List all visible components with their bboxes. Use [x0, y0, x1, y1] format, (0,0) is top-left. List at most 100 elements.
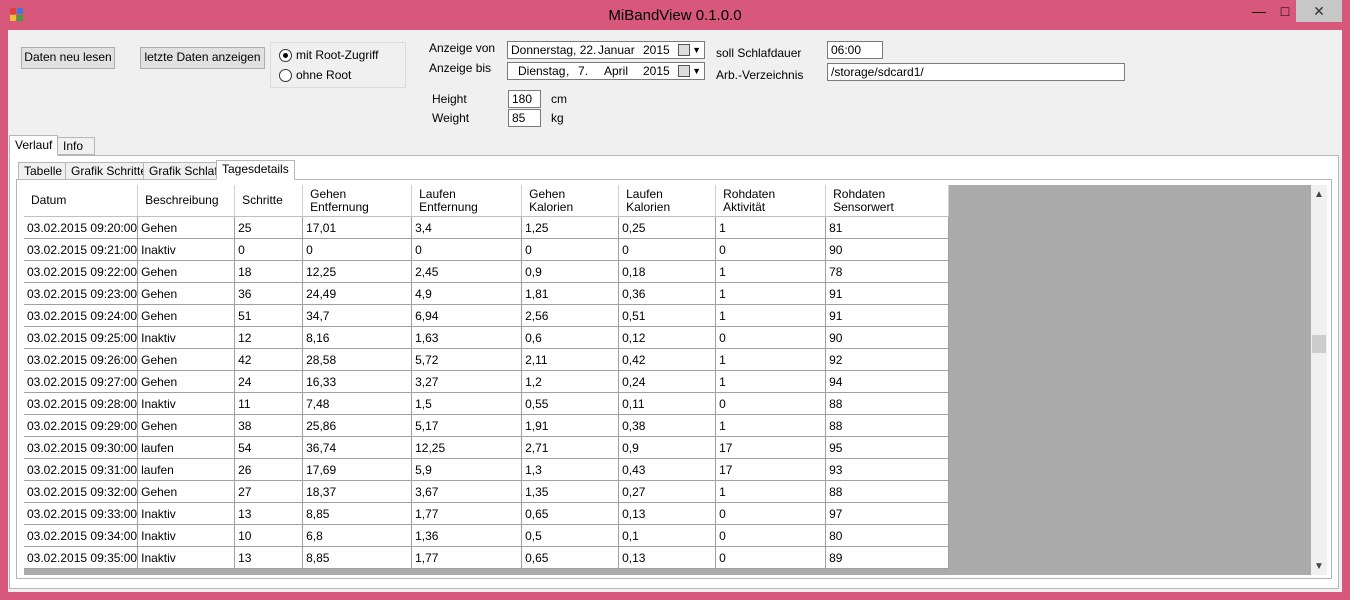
- table-cell[interactable]: 03.02.2015 09:26:00: [24, 348, 139, 371]
- table-cell[interactable]: 28,58: [302, 348, 413, 371]
- column-header[interactable]: Rohdaten Aktivität: [715, 185, 827, 217]
- column-header[interactable]: Beschreibung: [137, 185, 236, 217]
- table-row[interactable]: 03.02.2015 09:23:00 Gehen 36 24,49 4,9 1,81 0,…: [24, 282, 950, 305]
- table-row[interactable]: 03.02.2015 09:22:00 Gehen 18 12,25 2,45 0,9 0,…: [24, 260, 950, 283]
- table-cell[interactable]: 0: [715, 546, 827, 569]
- table-cell[interactable]: 24,49: [302, 282, 413, 305]
- table-cell[interactable]: Inaktiv: [137, 238, 236, 261]
- table-cell[interactable]: Gehen: [137, 282, 236, 305]
- chevron-down-icon[interactable]: ▼: [692, 63, 701, 79]
- reload-data-button[interactable]: Daten neu lesen: [21, 47, 115, 69]
- table-cell[interactable]: 1: [715, 370, 827, 393]
- table-cell[interactable]: 03.02.2015 09:23:00: [24, 282, 139, 305]
- table-cell[interactable]: 25: [234, 216, 304, 239]
- table-cell[interactable]: 1,35: [521, 480, 620, 503]
- table-cell[interactable]: 03.02.2015 09:21:00: [24, 238, 139, 261]
- table-cell[interactable]: 90: [825, 326, 950, 349]
- table-cell[interactable]: 0: [618, 238, 717, 261]
- table-cell[interactable]: 2,71: [521, 436, 620, 459]
- close-button[interactable]: ✕: [1296, 0, 1342, 22]
- tab-verlauf[interactable]: Verlauf: [9, 135, 59, 156]
- table-cell[interactable]: 11: [234, 392, 304, 415]
- table-cell[interactable]: 03.02.2015 09:27:00: [24, 370, 139, 393]
- table-cell[interactable]: 34,7: [302, 304, 413, 327]
- table-cell[interactable]: 93: [825, 458, 950, 481]
- column-header[interactable]: Gehen Kalorien: [521, 185, 620, 217]
- table-cell[interactable]: 17: [715, 436, 827, 459]
- table-row[interactable]: 03.02.2015 09:21:00 Inaktiv 0 0 0 0 0 0 90: [24, 238, 950, 261]
- table-cell[interactable]: 0,18: [618, 260, 717, 283]
- table-cell[interactable]: Gehen: [137, 304, 236, 327]
- table-cell[interactable]: 12,25: [411, 436, 523, 459]
- table-cell[interactable]: 0: [521, 238, 620, 261]
- table-cell[interactable]: 88: [825, 480, 950, 503]
- table-cell[interactable]: 91: [825, 304, 950, 327]
- table-cell[interactable]: 1,91: [521, 414, 620, 437]
- table-cell[interactable]: 03.02.2015 09:28:00: [24, 392, 139, 415]
- table-cell[interactable]: 0: [234, 238, 304, 261]
- table-row[interactable]: 03.02.2015 09:27:00 Gehen 24 16,33 3,27 1,2 0,…: [24, 370, 950, 393]
- table-cell[interactable]: 92: [825, 348, 950, 371]
- table-row[interactable]: 03.02.2015 09:25:00 Inaktiv 12 8,16 1,63 0,6 0…: [24, 326, 950, 349]
- table-cell[interactable]: 1: [715, 282, 827, 305]
- table-cell[interactable]: 97: [825, 502, 950, 525]
- table-cell[interactable]: 13: [234, 546, 304, 569]
- table-cell[interactable]: 81: [825, 216, 950, 239]
- table-cell[interactable]: 2,11: [521, 348, 620, 371]
- table-cell[interactable]: 0,6: [521, 326, 620, 349]
- table-cell[interactable]: Inaktiv: [137, 392, 236, 415]
- table-cell[interactable]: 0,9: [521, 260, 620, 283]
- table-cell[interactable]: 03.02.2015 09:24:00: [24, 304, 139, 327]
- table-cell[interactable]: 7,48: [302, 392, 413, 415]
- table-cell[interactable]: 17: [715, 458, 827, 481]
- table-cell[interactable]: 0: [411, 238, 523, 261]
- table-row[interactable]: 03.02.2015 09:31:00 laufen 26 17,69 5,9 1,3 0,…: [24, 458, 950, 481]
- table-cell[interactable]: 16,33: [302, 370, 413, 393]
- table-cell[interactable]: 4,9: [411, 282, 523, 305]
- scrollbar-thumb[interactable]: [1312, 335, 1326, 353]
- table-cell[interactable]: 0: [715, 392, 827, 415]
- table-cell[interactable]: 94: [825, 370, 950, 393]
- table-row[interactable]: 03.02.2015 09:35:00 Inaktiv 13 8,85 1,77 0,65…: [24, 546, 950, 569]
- tab-grafik-schritte[interactable]: Grafik Schritte: [65, 162, 154, 180]
- table-cell[interactable]: 26: [234, 458, 304, 481]
- table-cell[interactable]: 88: [825, 392, 950, 415]
- table-cell[interactable]: 2,45: [411, 260, 523, 283]
- table-cell[interactable]: 0,65: [521, 546, 620, 569]
- calendar-icon[interactable]: [678, 65, 690, 77]
- table-cell[interactable]: Inaktiv: [137, 524, 236, 547]
- table-cell[interactable]: 36,74: [302, 436, 413, 459]
- table-cell[interactable]: 5,72: [411, 348, 523, 371]
- table-cell[interactable]: 51: [234, 304, 304, 327]
- date-from-picker[interactable]: Donnerstag, 22. Januar 2015 ▼: [507, 41, 705, 59]
- table-cell[interactable]: 0,38: [618, 414, 717, 437]
- table-cell[interactable]: 78: [825, 260, 950, 283]
- column-header[interactable]: Gehen Entfernung: [302, 185, 413, 217]
- table-cell[interactable]: 0,42: [618, 348, 717, 371]
- table-cell[interactable]: 1,25: [521, 216, 620, 239]
- table-cell[interactable]: 03.02.2015 09:29:00: [24, 414, 139, 437]
- table-cell[interactable]: 18: [234, 260, 304, 283]
- table-cell[interactable]: 1,63: [411, 326, 523, 349]
- table-cell[interactable]: 6,94: [411, 304, 523, 327]
- table-cell[interactable]: 12,25: [302, 260, 413, 283]
- table-cell[interactable]: 0,5: [521, 524, 620, 547]
- table-cell[interactable]: 8,85: [302, 546, 413, 569]
- table-cell[interactable]: laufen: [137, 458, 236, 481]
- table-cell[interactable]: 27: [234, 480, 304, 503]
- table-cell[interactable]: 90: [825, 238, 950, 261]
- column-header[interactable]: Laufen Kalorien: [618, 185, 717, 217]
- table-row[interactable]: 03.02.2015 09:33:00 Inaktiv 13 8,85 1,77 0,65…: [24, 502, 950, 525]
- table-cell[interactable]: 03.02.2015 09:25:00: [24, 326, 139, 349]
- table-cell[interactable]: 0: [302, 238, 413, 261]
- table-cell[interactable]: Inaktiv: [137, 326, 236, 349]
- table-cell[interactable]: 91: [825, 282, 950, 305]
- table-cell[interactable]: Gehen: [137, 480, 236, 503]
- table-cell[interactable]: 0,9: [618, 436, 717, 459]
- table-cell[interactable]: 03.02.2015 09:20:00: [24, 216, 139, 239]
- table-cell[interactable]: 3,67: [411, 480, 523, 503]
- table-cell[interactable]: 1,36: [411, 524, 523, 547]
- table-cell[interactable]: 0,43: [618, 458, 717, 481]
- table-cell[interactable]: 6,8: [302, 524, 413, 547]
- height-input[interactable]: 180: [508, 90, 541, 108]
